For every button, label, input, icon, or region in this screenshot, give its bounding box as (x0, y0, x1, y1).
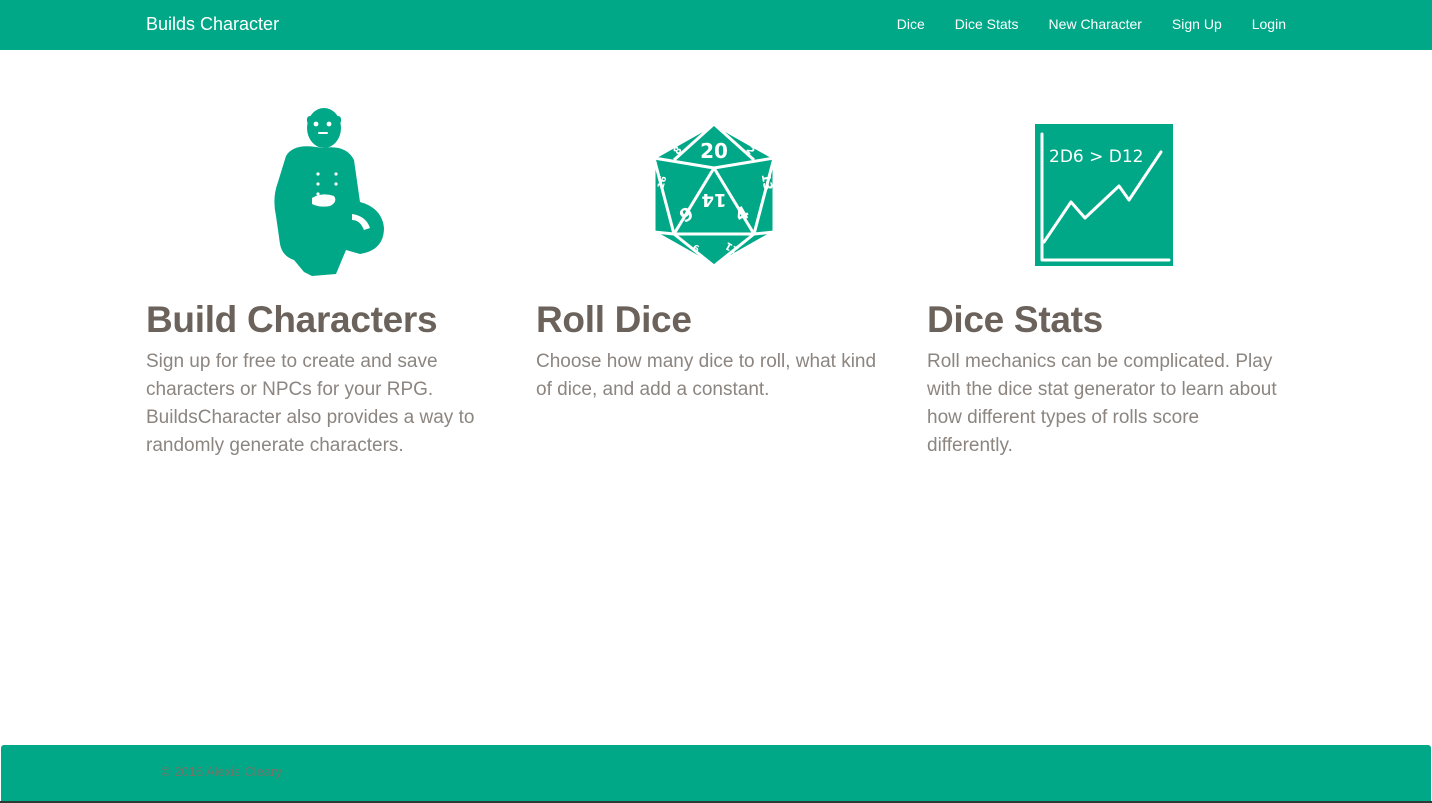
nav-dice-stats[interactable]: Dice Stats (955, 16, 1019, 32)
feature-roll-dice: 20 14 8 2 16 13 6 4 9 11 Roll Dice Choos… (536, 104, 891, 404)
die-face-label: 14 (701, 189, 726, 210)
feature-description: Sign up for free to create and save char… (146, 351, 475, 456)
chart-caption: 2D6 > D12 (1049, 147, 1144, 167)
nav-new-character[interactable]: New Character (1049, 16, 1142, 32)
die-face-label: 20 (700, 139, 728, 163)
feature-description: Choose how many dice to roll, what kind … (536, 351, 877, 400)
footer: © 2016 Alexis Cleary (1, 745, 1431, 801)
nav-login[interactable]: Login (1252, 16, 1286, 32)
feature-dice-stats: 2D6 > D12 Dice Stats Roll mechanics can … (927, 104, 1282, 460)
feature-title: Roll Dice (536, 299, 692, 340)
feature-build-characters: Build Characters Sign up for free to cre… (146, 104, 501, 460)
brand-link[interactable]: Builds Character (146, 14, 279, 35)
nav-dice[interactable]: Dice (897, 16, 925, 32)
feature-title: Dice Stats (927, 299, 1103, 340)
nav-links: Dice Dice Stats New Character Sign Up Lo… (897, 16, 1286, 32)
feature-description: Roll mechanics can be complicated. Play … (927, 351, 1277, 456)
stats-chart-icon: 2D6 > D12 (1034, 124, 1173, 266)
top-navbar: Builds Character Dice Dice Stats New Cha… (0, 0, 1432, 50)
die-face-label: 13 (758, 173, 775, 192)
nav-sign-up[interactable]: Sign Up (1172, 16, 1222, 32)
crouching-character-icon (273, 108, 384, 276)
feature-title: Build Characters (146, 299, 438, 340)
d20-icon: 20 14 8 2 16 13 6 4 9 11 (652, 122, 775, 268)
footer-copyright: © 2016 Alexis Cleary (161, 764, 282, 779)
